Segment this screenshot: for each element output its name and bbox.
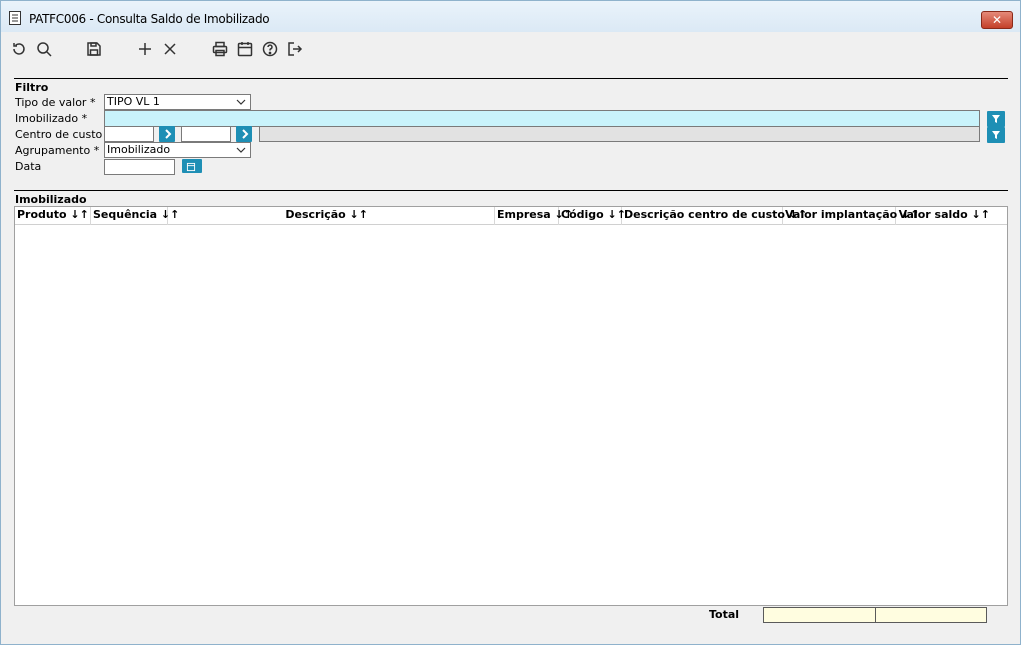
save-icon[interactable]: [85, 40, 103, 58]
results-table[interactable]: Produto ↓↑ Sequência ↓↑ Descrição ↓↑ Emp…: [14, 206, 1008, 606]
tipo-valor-label: Tipo de valor *: [15, 96, 96, 109]
search-icon[interactable]: [35, 40, 53, 58]
grid-divider: [14, 190, 1008, 191]
data-label: Data: [15, 160, 42, 173]
table-header: Produto ↓↑ Sequência ↓↑ Descrição ↓↑ Emp…: [15, 207, 1007, 225]
grid-section-title: Imobilizado: [15, 193, 87, 206]
agrupamento-select[interactable]: Imobilizado: [104, 142, 251, 158]
app-window: PATFC006 - Consulta Saldo de Imobilizado…: [0, 0, 1021, 645]
main-content: Filtro Tipo de valor * TIPO VL 1 Imobili…: [5, 66, 1018, 641]
chevron-down-icon: [236, 99, 246, 105]
window-title: PATFC006 - Consulta Saldo de Imobilizado: [29, 12, 270, 26]
calendar-icon: [186, 162, 196, 172]
imobilizado-filter-button[interactable]: [987, 111, 1005, 127]
centro-custo-from-input[interactable]: [104, 126, 154, 142]
agrupamento-label: Agrupamento *: [15, 144, 100, 157]
column-header-produto[interactable]: Produto ↓↑: [15, 207, 91, 225]
tipo-valor-value: TIPO VL 1: [107, 95, 160, 108]
refresh-icon[interactable]: [10, 40, 28, 58]
total-valor-implantacao: [763, 607, 876, 623]
column-header-codigo[interactable]: Código ↓↑: [559, 207, 626, 225]
agrupamento-value: Imobilizado: [107, 143, 171, 156]
centro-custo-filter-button[interactable]: [987, 127, 1005, 143]
chevron-right-icon: [242, 129, 249, 139]
data-calendar-button[interactable]: [182, 159, 202, 173]
column-header-valor-implantacao[interactable]: Valor implantação ↓↑: [783, 207, 920, 225]
calendar-icon[interactable]: [236, 40, 254, 58]
centro-custo-description: [259, 126, 980, 142]
filter-divider: [14, 78, 1008, 79]
add-icon[interactable]: [136, 40, 154, 58]
chevron-right-icon: [165, 129, 172, 139]
centro-custo-to-input[interactable]: [181, 126, 231, 142]
filter-icon: [992, 115, 1000, 123]
chevron-down-icon: [236, 147, 246, 153]
filter-section-title: Filtro: [15, 81, 49, 94]
column-header-valor-saldo[interactable]: Valor saldo ↓↑: [896, 207, 992, 225]
toolbar: [1, 32, 1020, 66]
centro-custo-label: Centro de custo: [15, 128, 103, 141]
centro-custo-to-lookup-button[interactable]: [236, 126, 252, 142]
close-button[interactable]: ✕: [981, 11, 1013, 29]
imobilizado-label: Imobilizado *: [15, 112, 88, 125]
filter-icon: [992, 131, 1000, 139]
imobilizado-input[interactable]: [104, 110, 980, 127]
total-label: Total: [709, 608, 740, 621]
data-input[interactable]: [104, 159, 175, 175]
help-icon[interactable]: [261, 40, 279, 58]
total-valor-saldo: [875, 607, 987, 623]
exit-icon[interactable]: [286, 40, 304, 58]
print-icon[interactable]: [211, 40, 229, 58]
delete-icon[interactable]: [161, 40, 179, 58]
column-header-descricao-centro-custo[interactable]: Descrição centro de custo ↓↑: [622, 207, 807, 225]
document-icon: [9, 11, 21, 25]
tipo-valor-select[interactable]: TIPO VL 1: [104, 94, 251, 110]
centro-custo-from-lookup-button[interactable]: [159, 126, 175, 142]
column-header-empresa[interactable]: Empresa ↓↑: [495, 207, 573, 225]
title-bar: PATFC006 - Consulta Saldo de Imobilizado…: [1, 1, 1020, 32]
column-header-sequencia[interactable]: Sequência ↓↑: [91, 207, 179, 225]
column-header-descricao[interactable]: Descrição ↓↑: [168, 207, 495, 225]
